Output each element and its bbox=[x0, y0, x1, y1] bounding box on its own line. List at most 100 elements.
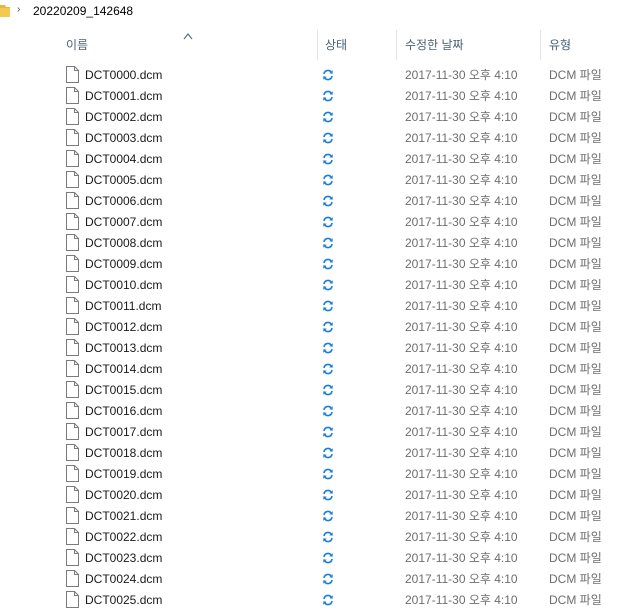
column-header-modified[interactable]: 수정한 날짜 bbox=[405, 38, 464, 52]
file-icon bbox=[66, 360, 79, 377]
file-name[interactable]: DCT0009.dcm bbox=[85, 257, 162, 271]
file-modified-date: 2017-11-30 오후 4:10 bbox=[405, 257, 518, 271]
file-icon bbox=[66, 465, 79, 482]
file-name[interactable]: DCT0011.dcm bbox=[85, 299, 161, 313]
file-type: DCM 파일 bbox=[549, 425, 602, 439]
file-icon bbox=[66, 234, 79, 251]
file-name[interactable]: DCT0022.dcm bbox=[85, 530, 162, 544]
file-name[interactable]: DCT0014.dcm bbox=[85, 362, 162, 376]
file-row[interactable]: DCT0019.dcm 2017-11-30 오후 4:10 DCM 파일 bbox=[0, 463, 620, 484]
file-name[interactable]: DCT0020.dcm bbox=[85, 488, 162, 502]
file-row[interactable]: DCT0002.dcm 2017-11-30 오후 4:10 DCM 파일 bbox=[0, 106, 620, 127]
file-row[interactable]: DCT0008.dcm 2017-11-30 오후 4:10 DCM 파일 bbox=[0, 232, 620, 253]
file-type: DCM 파일 bbox=[549, 68, 602, 82]
file-modified-date: 2017-11-30 오후 4:10 bbox=[405, 446, 518, 460]
file-name[interactable]: DCT0010.dcm bbox=[85, 278, 162, 292]
breadcrumb-current-folder[interactable]: 20220209_142648 bbox=[33, 4, 133, 18]
column-header-status[interactable]: 상태 bbox=[325, 38, 347, 52]
chevron-right-icon[interactable]: › bbox=[17, 3, 27, 17]
file-type: DCM 파일 bbox=[549, 530, 602, 544]
file-name[interactable]: DCT0012.dcm bbox=[85, 320, 162, 334]
file-name[interactable]: DCT0008.dcm bbox=[85, 236, 162, 250]
file-name[interactable]: DCT0018.dcm bbox=[85, 446, 162, 460]
file-modified-date: 2017-11-30 오후 4:10 bbox=[405, 383, 518, 397]
file-modified-date: 2017-11-30 오후 4:10 bbox=[405, 89, 518, 103]
file-row[interactable]: DCT0010.dcm 2017-11-30 오후 4:10 DCM 파일 bbox=[0, 274, 620, 295]
sync-pending-icon bbox=[322, 69, 334, 81]
column-resize-handle[interactable] bbox=[317, 30, 318, 60]
file-type: DCM 파일 bbox=[549, 131, 602, 145]
column-header-name[interactable]: 이름 bbox=[66, 38, 88, 52]
column-resize-handle[interactable] bbox=[396, 30, 397, 60]
file-type: DCM 파일 bbox=[549, 551, 602, 565]
file-name[interactable]: DCT0016.dcm bbox=[85, 404, 162, 418]
file-icon bbox=[66, 297, 79, 314]
file-name[interactable]: DCT0007.dcm bbox=[85, 215, 162, 229]
file-name[interactable]: DCT0006.dcm bbox=[85, 194, 162, 208]
file-type: DCM 파일 bbox=[549, 89, 602, 103]
file-name[interactable]: DCT0017.dcm bbox=[85, 425, 162, 439]
sync-pending-icon bbox=[322, 405, 334, 417]
file-row[interactable]: DCT0007.dcm 2017-11-30 오후 4:10 DCM 파일 bbox=[0, 211, 620, 232]
file-name[interactable]: DCT0024.dcm bbox=[85, 572, 162, 586]
file-name[interactable]: DCT0025.dcm bbox=[85, 593, 162, 607]
file-row[interactable]: DCT0001.dcm 2017-11-30 오후 4:10 DCM 파일 bbox=[0, 85, 620, 106]
file-row[interactable]: DCT0021.dcm 2017-11-30 오후 4:10 DCM 파일 bbox=[0, 505, 620, 526]
file-name[interactable]: DCT0000.dcm bbox=[85, 68, 162, 82]
file-row[interactable]: DCT0005.dcm 2017-11-30 오후 4:10 DCM 파일 bbox=[0, 169, 620, 190]
file-row[interactable]: DCT0022.dcm 2017-11-30 오후 4:10 DCM 파일 bbox=[0, 526, 620, 547]
file-name[interactable]: DCT0005.dcm bbox=[85, 173, 162, 187]
file-row[interactable]: DCT0000.dcm 2017-11-30 오후 4:10 DCM 파일 bbox=[0, 64, 620, 85]
file-name[interactable]: DCT0003.dcm bbox=[85, 131, 162, 145]
file-row[interactable]: DCT0011.dcm 2017-11-30 오후 4:10 DCM 파일 bbox=[0, 295, 620, 316]
sync-pending-icon bbox=[322, 279, 334, 291]
file-modified-date: 2017-11-30 오후 4:10 bbox=[405, 131, 518, 145]
file-name[interactable]: DCT0023.dcm bbox=[85, 551, 162, 565]
file-row[interactable]: DCT0006.dcm 2017-11-30 오후 4:10 DCM 파일 bbox=[0, 190, 620, 211]
file-modified-date: 2017-11-30 오후 4:10 bbox=[405, 110, 518, 124]
sync-pending-icon bbox=[322, 111, 334, 123]
file-icon bbox=[66, 339, 79, 356]
file-row[interactable]: DCT0016.dcm 2017-11-30 오후 4:10 DCM 파일 bbox=[0, 400, 620, 421]
file-row[interactable]: DCT0004.dcm 2017-11-30 오후 4:10 DCM 파일 bbox=[0, 148, 620, 169]
file-row[interactable]: DCT0024.dcm 2017-11-30 오후 4:10 DCM 파일 bbox=[0, 568, 620, 589]
file-icon bbox=[66, 129, 79, 146]
file-name[interactable]: DCT0001.dcm bbox=[85, 89, 162, 103]
file-icon bbox=[66, 591, 79, 608]
column-resize-handle[interactable] bbox=[540, 30, 541, 60]
file-row[interactable]: DCT0014.dcm 2017-11-30 오후 4:10 DCM 파일 bbox=[0, 358, 620, 379]
file-row[interactable]: DCT0015.dcm 2017-11-30 오후 4:10 DCM 파일 bbox=[0, 379, 620, 400]
file-name[interactable]: DCT0021.dcm bbox=[85, 509, 162, 523]
file-row[interactable]: DCT0003.dcm 2017-11-30 오후 4:10 DCM 파일 bbox=[0, 127, 620, 148]
file-icon bbox=[66, 171, 79, 188]
file-name[interactable]: DCT0019.dcm bbox=[85, 467, 162, 481]
file-icon bbox=[66, 87, 79, 104]
file-name[interactable]: DCT0004.dcm bbox=[85, 152, 162, 166]
file-type: DCM 파일 bbox=[549, 299, 602, 313]
file-row[interactable]: DCT0017.dcm 2017-11-30 오후 4:10 DCM 파일 bbox=[0, 421, 620, 442]
file-type: DCM 파일 bbox=[549, 215, 602, 229]
file-row[interactable]: DCT0018.dcm 2017-11-30 오후 4:10 DCM 파일 bbox=[0, 442, 620, 463]
file-row[interactable]: DCT0025.dcm 2017-11-30 오후 4:10 DCM 파일 bbox=[0, 589, 620, 610]
sync-pending-icon bbox=[322, 132, 334, 144]
sort-ascending-icon bbox=[183, 33, 193, 40]
file-name[interactable]: DCT0013.dcm bbox=[85, 341, 162, 355]
file-row[interactable]: DCT0009.dcm 2017-11-30 오후 4:10 DCM 파일 bbox=[0, 253, 620, 274]
file-row[interactable]: DCT0023.dcm 2017-11-30 오후 4:10 DCM 파일 bbox=[0, 547, 620, 568]
sync-pending-icon bbox=[322, 195, 334, 207]
file-modified-date: 2017-11-30 오후 4:10 bbox=[405, 299, 518, 313]
sync-pending-icon bbox=[322, 321, 334, 333]
file-icon bbox=[66, 444, 79, 461]
file-modified-date: 2017-11-30 오후 4:10 bbox=[405, 551, 518, 565]
file-row[interactable]: DCT0020.dcm 2017-11-30 오후 4:10 DCM 파일 bbox=[0, 484, 620, 505]
file-name[interactable]: DCT0002.dcm bbox=[85, 110, 162, 124]
column-header-type[interactable]: 유형 bbox=[549, 38, 571, 52]
file-type: DCM 파일 bbox=[549, 341, 602, 355]
file-row[interactable]: DCT0012.dcm 2017-11-30 오후 4:10 DCM 파일 bbox=[0, 316, 620, 337]
file-modified-date: 2017-11-30 오후 4:10 bbox=[405, 194, 518, 208]
file-row[interactable]: DCT0013.dcm 2017-11-30 오후 4:10 DCM 파일 bbox=[0, 337, 620, 358]
folder-icon bbox=[0, 5, 10, 17]
sync-pending-icon bbox=[322, 552, 334, 564]
file-modified-date: 2017-11-30 오후 4:10 bbox=[405, 152, 518, 166]
file-name[interactable]: DCT0015.dcm bbox=[85, 383, 162, 397]
